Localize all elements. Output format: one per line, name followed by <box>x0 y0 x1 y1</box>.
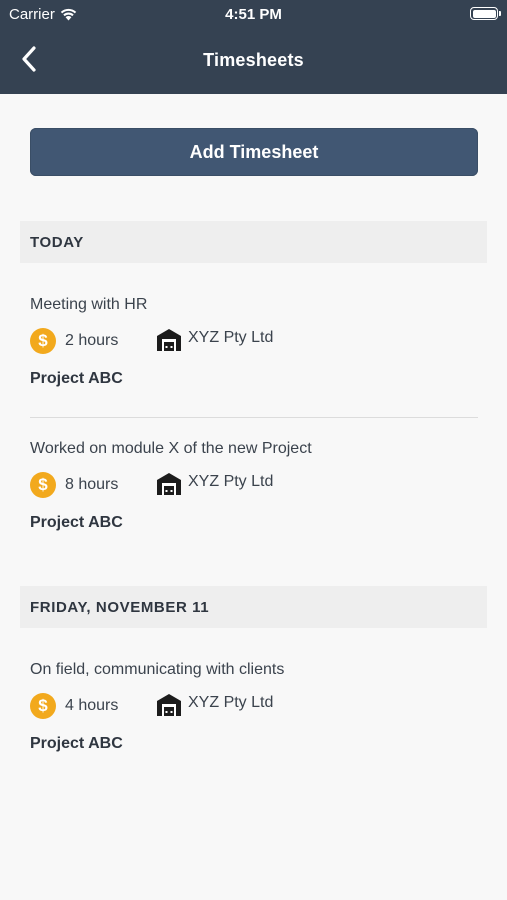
entry-company: XYZ Pty Ltd <box>188 473 274 490</box>
entry-meta: $ 4 hours XYZ Pty Ltd <box>30 693 478 721</box>
page-title: Timesheets <box>203 50 304 70</box>
garage-icon <box>157 694 181 716</box>
entry-project: Project ABC <box>30 370 123 387</box>
entry-description: Meeting with HR <box>30 296 148 313</box>
battery-icon <box>470 7 501 20</box>
timesheet-entry[interactable]: Worked on module X of the new Project $ … <box>30 440 478 532</box>
dollar-coin-icon: $ <box>30 693 56 719</box>
entry-description: Worked on module X of the new Project <box>30 440 312 457</box>
timesheet-entry[interactable]: Meeting with HR $ 2 hours XYZ Pty Ltd Pr… <box>30 296 478 388</box>
add-timesheet-button[interactable]: Add Timesheet <box>30 128 478 176</box>
entry-project: Project ABC <box>30 514 123 531</box>
section-header-friday: FRIDAY, NOVEMBER 11 <box>20 586 487 628</box>
entry-hours: 4 hours <box>65 697 119 714</box>
garage-icon <box>157 473 181 495</box>
entry-company: XYZ Pty Ltd <box>188 329 274 346</box>
dollar-coin-icon: $ <box>30 328 56 354</box>
entry-hours: 2 hours <box>65 332 119 349</box>
garage-icon <box>157 329 181 351</box>
timesheet-entry[interactable]: On field, communicating with clients $ 4… <box>30 661 478 753</box>
entry-divider <box>30 417 478 418</box>
entry-meta: $ 2 hours XYZ Pty Ltd <box>30 328 478 356</box>
entry-company: XYZ Pty Ltd <box>188 694 274 711</box>
entry-meta: $ 8 hours XYZ Pty Ltd <box>30 472 478 500</box>
dollar-coin-icon: $ <box>30 472 56 498</box>
entry-hours: 8 hours <box>65 476 119 493</box>
status-bar: Carrier 4:51 PM <box>0 0 507 28</box>
status-time: 4:51 PM <box>225 6 282 23</box>
entry-project: Project ABC <box>30 735 123 752</box>
section-header-today: TODAY <box>20 221 487 263</box>
navigation-header: Carrier 4:51 PM Timesheets <box>0 0 507 94</box>
entry-description: On field, communicating with clients <box>30 661 285 678</box>
